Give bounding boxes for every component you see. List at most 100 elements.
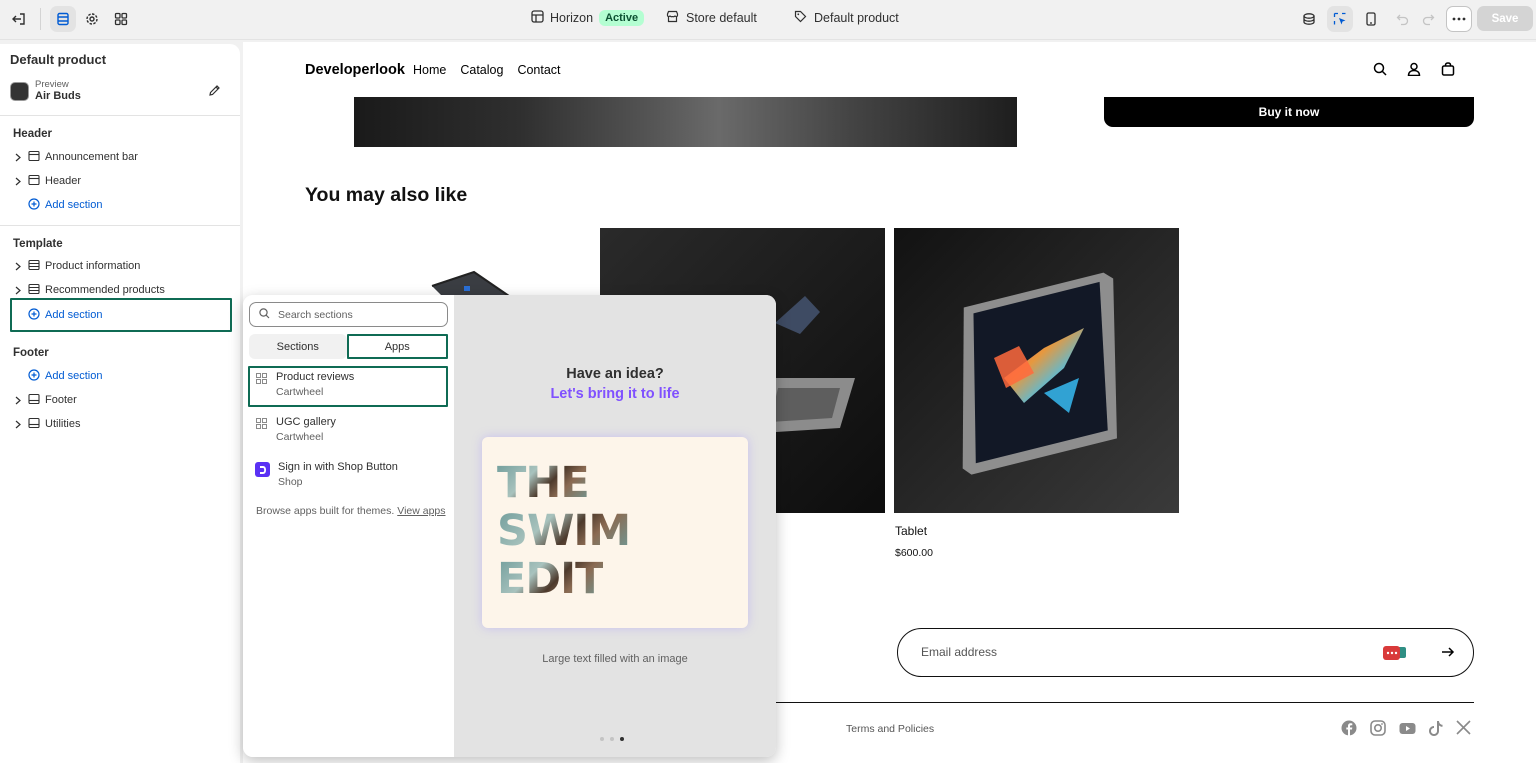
store-logo[interactable]: Developerlook	[305, 62, 405, 78]
section-layout-icon	[28, 283, 40, 298]
product-media-image	[354, 97, 1017, 147]
search-sections-input[interactable]: Search sections	[249, 302, 448, 327]
section-layout-icon	[28, 150, 40, 165]
redo-icon[interactable]	[1415, 6, 1441, 32]
search-placeholder: Search sections	[278, 308, 353, 321]
idea-heading: Have an idea?	[566, 366, 664, 382]
chevron-right-icon[interactable]	[13, 286, 23, 295]
nav-link-home[interactable]: Home	[413, 63, 446, 77]
app-block-icon	[255, 417, 268, 430]
theme-selector[interactable]: Horizon Active	[531, 10, 645, 26]
app-subtitle: Cartwheel	[276, 431, 324, 443]
tiktok-icon[interactable]	[1429, 720, 1443, 739]
chevron-right-icon[interactable]	[13, 153, 23, 162]
facebook-icon[interactable]	[1341, 720, 1357, 739]
inspector-icon[interactable]	[1296, 6, 1322, 32]
more-options-icon[interactable]	[1446, 6, 1472, 32]
chevron-right-icon[interactable]	[13, 262, 23, 271]
tab-apps[interactable]: Apps	[346, 334, 448, 359]
youtube-icon[interactable]	[1399, 720, 1416, 739]
select-cursor-icon[interactable]	[1327, 6, 1353, 32]
preview-label: Preview	[35, 79, 69, 90]
email-placeholder: Email address	[921, 645, 998, 659]
view-apps-link[interactable]: View apps	[397, 505, 445, 517]
sidebar-item-utilities[interactable]: Utilities	[13, 414, 80, 434]
carousel-dot-active[interactable]	[620, 737, 624, 741]
sidebar-item-recommended-products[interactable]: Recommended products	[13, 280, 165, 300]
app-title: Sign in with Shop Button	[278, 461, 398, 473]
tab-sections[interactable]: Sections	[249, 334, 347, 359]
sidebar-item-label: Recommended products	[45, 284, 165, 296]
search-icon[interactable]	[1373, 62, 1387, 79]
carousel-dots	[600, 737, 624, 741]
add-section-label: Add section	[45, 199, 103, 211]
chevron-right-icon[interactable]	[13, 177, 23, 186]
shop-logo-icon	[255, 462, 270, 477]
sidebar-item-announcement-bar[interactable]: Announcement bar	[13, 147, 138, 167]
sections-sidebar: Default product Preview Air Buds Header …	[0, 44, 240, 763]
sidebar-item-footer[interactable]: Footer	[13, 390, 77, 410]
nav-link-catalog[interactable]: Catalog	[460, 63, 503, 77]
arrow-right-icon[interactable]	[1441, 646, 1455, 661]
chevron-right-icon[interactable]	[13, 396, 23, 405]
toolbar-divider	[40, 8, 41, 30]
add-section-template-button[interactable]: Add section	[10, 298, 232, 332]
sidebar-item-product-information[interactable]: Product information	[13, 256, 140, 276]
app-item-shop-sign-in[interactable]: Sign in with Shop Button Shop	[248, 456, 448, 497]
store-selector[interactable]: Store default	[666, 10, 757, 26]
sidebar-item-header[interactable]: Header	[13, 171, 81, 191]
template-selector[interactable]: Default product	[794, 10, 899, 26]
password-manager-icon[interactable]	[1382, 645, 1408, 664]
sidebar-item-label: Product information	[45, 260, 141, 272]
plus-circle-icon	[28, 197, 40, 213]
plus-circle-icon	[28, 307, 40, 323]
instagram-icon[interactable]	[1370, 720, 1386, 739]
nav-link-contact[interactable]: Contact	[517, 63, 560, 77]
product-price: $600.00	[895, 547, 933, 559]
app-item-ugc-gallery[interactable]: UGC gallery Cartwheel	[248, 411, 448, 452]
app-item-product-reviews[interactable]: Product reviews Cartwheel	[248, 366, 448, 407]
newsletter-email-field[interactable]: Email address	[897, 628, 1474, 677]
undo-icon[interactable]	[1389, 6, 1415, 32]
add-section-footer-button[interactable]: Add section	[28, 366, 102, 386]
sections-icon[interactable]	[50, 6, 76, 32]
app-block-icon	[255, 372, 268, 385]
add-section-header-button[interactable]: Add section	[28, 195, 102, 215]
edit-pencil-icon[interactable]	[208, 84, 221, 100]
settings-gear-icon[interactable]	[79, 6, 105, 32]
store-header-icons	[1373, 62, 1455, 79]
group-header-label: Header	[13, 128, 52, 140]
sidebar-title: Default product	[10, 52, 107, 67]
theme-icon	[531, 10, 544, 26]
preview-product-thumbnail	[10, 81, 29, 101]
search-icon	[259, 307, 270, 322]
product-card-image[interactable]	[894, 228, 1179, 513]
preview-text-line: SWIM	[497, 506, 631, 556]
section-preview-card[interactable]: THE SWIM EDIT	[482, 437, 748, 628]
terms-link[interactable]: Terms and Policies	[846, 723, 934, 735]
carousel-dot[interactable]	[600, 737, 604, 741]
apps-icon[interactable]	[108, 6, 134, 32]
group-template-label: Template	[13, 238, 63, 250]
idea-subheading: Let's bring it to life	[550, 386, 680, 402]
x-twitter-icon[interactable]	[1456, 720, 1471, 739]
preview-text-line: THE	[497, 458, 590, 508]
cart-bag-icon[interactable]	[1441, 62, 1455, 79]
section-layout-icon	[28, 259, 40, 274]
store-label: Store default	[686, 11, 757, 25]
buy-it-now-button[interactable]: Buy it now	[1104, 97, 1474, 127]
sidebar-item-label: Utilities	[45, 418, 81, 430]
save-button[interactable]: Save	[1477, 6, 1533, 31]
theme-status-badge: Active	[599, 10, 645, 26]
add-section-popover: Search sections Sections Apps Product re…	[243, 295, 776, 757]
account-icon[interactable]	[1407, 62, 1421, 79]
mobile-preview-icon[interactable]	[1358, 6, 1384, 32]
carousel-dot[interactable]	[610, 737, 614, 741]
product-name[interactable]: Tablet	[895, 524, 927, 538]
exit-icon[interactable]	[6, 6, 32, 32]
preview-product-selector[interactable]: Preview Air Buds	[10, 80, 81, 102]
chevron-right-icon[interactable]	[13, 420, 23, 429]
theme-name: Horizon	[550, 11, 594, 25]
section-layout-icon	[28, 393, 40, 408]
footer-divider	[776, 702, 1474, 703]
